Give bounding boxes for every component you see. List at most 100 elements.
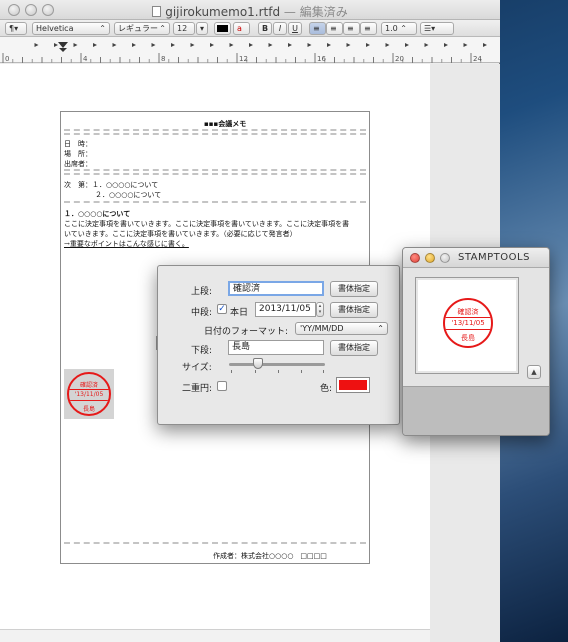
close-icon[interactable] — [410, 253, 420, 263]
doc-agenda-line1: 次 第：１．○○○○について — [64, 181, 159, 189]
font-size-field[interactable]: 12 — [173, 22, 195, 35]
ruler-label: 16 — [317, 55, 326, 63]
size-slider-knob[interactable] — [252, 358, 263, 369]
slider-tick — [278, 370, 279, 373]
font-size-popup[interactable]: ▾ — [196, 22, 208, 35]
top-font-button[interactable]: 書体指定 — [330, 281, 378, 297]
ruler-label: 8 — [161, 55, 165, 63]
ruler-label: 4 — [83, 55, 88, 63]
stamptools-title: STAMPTOOLS — [458, 252, 530, 263]
date-format-value: 'YY/MM/DD — [300, 324, 344, 333]
checkmark-icon: ✓ — [218, 304, 226, 314]
middle-row-label: 中段: — [191, 308, 213, 318]
font-style-value: レギュラー — [118, 24, 158, 33]
date-format-popup[interactable]: 'YY/MM/DD ⌃ — [295, 322, 388, 335]
ruler-graphic: 0 4 8 12 16 20 24 — [2, 42, 487, 63]
font-family-popup[interactable]: Helvetica ⌃ — [32, 22, 110, 35]
text-color-swatch — [217, 25, 228, 32]
stamp-preview-seal: 確認済 '13/11/05 長島 — [443, 298, 493, 348]
italic-button[interactable]: I — [273, 22, 287, 35]
doc-attendees-label: 出席者： — [64, 160, 92, 168]
chevron-updown-icon: ⌃ — [159, 24, 166, 33]
double-circle-label: 二重円: — [182, 384, 213, 394]
disclosure-up-icon[interactable]: ▲ — [527, 365, 541, 379]
font-family-value: Helvetica — [36, 24, 74, 33]
window-edit-status: — 編集済み — [283, 5, 348, 19]
bold-button[interactable]: B — [258, 22, 272, 35]
separator-line — [64, 542, 366, 544]
color-swatch — [339, 380, 367, 390]
doc-body-line: いていきます。ここに決定事項を書いていきます。（必要に応じて発言者） — [64, 230, 297, 238]
format-bar: ¶▾ Helvetica ⌃ レギュラー ⌃ 12 ▾ a B I U ≡ ≡ ≡ … — [0, 20, 500, 37]
line-spacing-value: 1.0 — [385, 24, 398, 33]
stamp-middle-text: '13/11/05 — [445, 317, 491, 330]
window-filename: gijirokumemo1.rtfd — [165, 5, 281, 19]
document-icon — [152, 6, 162, 17]
zoom-icon[interactable] — [440, 253, 450, 263]
underline-button[interactable]: U — [288, 22, 302, 35]
chevron-updown-icon: ⌃ — [377, 324, 384, 333]
list-style-popup[interactable]: ☰▾ — [420, 22, 454, 35]
middle-font-button[interactable]: 書体指定 — [330, 302, 378, 318]
paragraph-style-popup[interactable]: ¶▾ — [5, 22, 27, 35]
today-checkbox[interactable]: ✓ — [217, 304, 227, 314]
separator-line — [64, 169, 366, 171]
stamptools-drawer — [403, 386, 549, 435]
ruler-label: 24 — [473, 55, 482, 63]
ruler-label: 20 — [395, 55, 404, 63]
minimize-icon[interactable] — [425, 253, 435, 263]
align-left-icon[interactable]: ≡ — [309, 22, 326, 35]
align-justify-icon[interactable]: ≡ — [360, 22, 377, 35]
stamptools-title-bar: STAMPTOOLS — [403, 248, 549, 268]
color-label: 色: — [320, 384, 333, 394]
slider-tick — [231, 370, 232, 373]
doc-heading: ▪▪▪会議メモ — [204, 119, 247, 128]
color-well[interactable] — [336, 377, 370, 393]
separator-line — [64, 133, 366, 135]
window-title: gijirokumemo1.rtfd — 編集済み — [0, 3, 500, 20]
doc-footer: 作成者：株式会社○○○○ □□□□ — [213, 552, 327, 560]
middle-date-field[interactable]: 2013/11/05 — [255, 302, 316, 317]
align-center-icon[interactable]: ≡ — [326, 22, 343, 35]
stamp-preview[interactable]: 確認済 '13/11/05 長島 — [415, 277, 519, 374]
slider-tick — [323, 370, 324, 373]
doc-agenda-line2: ２．○○○○について — [95, 191, 162, 199]
doc-body-line: ここに決定事項を書いていきます。ここに決定事項を書いていきます。ここに決定事項を… — [64, 220, 350, 228]
date-stepper[interactable]: ▴ ▾ — [316, 302, 324, 317]
today-label: 本日 — [230, 308, 249, 318]
stamp-middle-text: '13/11/05 — [69, 389, 109, 401]
separator-line — [64, 173, 366, 175]
bottom-text-field[interactable]: 長島 — [228, 340, 324, 355]
align-right-icon[interactable]: ≡ — [343, 22, 360, 35]
doc-place-label: 場 所： — [64, 150, 92, 158]
bottom-font-button[interactable]: 書体指定 — [330, 340, 378, 356]
bottom-row-label: 下段: — [191, 346, 213, 356]
doc-date-label: 日 時： — [64, 140, 92, 148]
horizontal-scrollbar[interactable] — [0, 629, 430, 642]
stamp-bottom-text: 長島 — [82, 406, 95, 413]
font-style-popup[interactable]: レギュラー ⌃ — [114, 22, 170, 35]
placed-stamp[interactable]: 確認済 '13/11/05 長島 — [64, 369, 114, 419]
doc-section-title: １．○○○○について — [64, 209, 131, 218]
slider-tick — [301, 370, 302, 373]
highlight-color-well[interactable]: a — [233, 22, 250, 35]
ruler-label: 12 — [239, 55, 248, 63]
line-spacing-popup[interactable]: 1.0 ⌃ — [381, 22, 417, 35]
stamptools-window: STAMPTOOLS 確認済 '13/11/05 長島 ▲ — [402, 247, 550, 436]
doc-key-point: →重要なポイントはこんな感じに書く。 — [64, 240, 189, 248]
separator-line — [64, 201, 366, 203]
top-text-field[interactable]: 確認済 — [228, 281, 324, 296]
title-bar: gijirokumemo1.rtfd — 編集済み — [0, 0, 500, 20]
size-label: サイズ: — [182, 363, 212, 373]
top-row-label: 上段: — [191, 287, 213, 297]
ruler-label: 0 — [5, 55, 9, 63]
chevron-updown-icon: ⌃ — [400, 24, 407, 33]
double-circle-checkbox[interactable] — [217, 381, 227, 391]
stamp-top-text: 確認済 — [457, 308, 479, 316]
ruler[interactable]: 0 4 8 12 16 20 24 — [0, 37, 500, 63]
separator-line — [64, 129, 366, 131]
stamp-settings-panel: 上段: 確認済 書体指定 中段: ✓ 本日 2013/11/05 ▴ ▾ 書体指定… — [157, 265, 400, 425]
size-slider[interactable] — [229, 358, 325, 369]
text-color-well[interactable] — [214, 22, 231, 35]
stamp-bottom-text: 長島 — [461, 334, 475, 342]
